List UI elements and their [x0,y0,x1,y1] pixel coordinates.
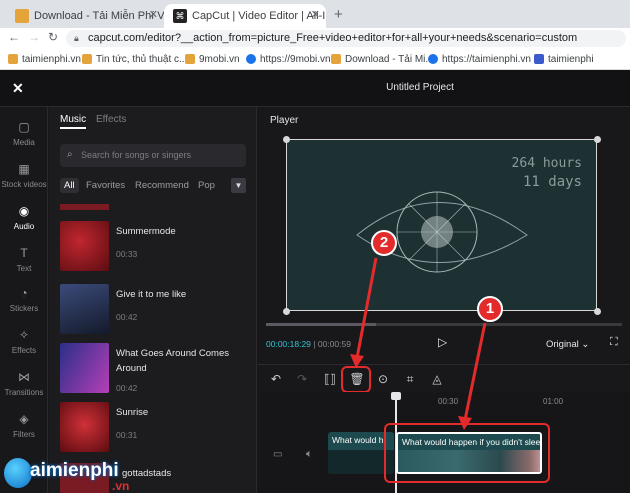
annotation-arrows [350,257,487,430]
folder-icon [8,54,18,64]
annotation-marker-2: 2 [371,230,397,256]
bookmark-item[interactable]: Tin tức, thủ thuật c... [82,52,187,66]
bookmark-item[interactable]: 9mobi.vn [185,52,240,66]
arrow-head [458,416,472,430]
folder-icon [185,54,195,64]
reload-icon[interactable]: ↻ [48,30,58,44]
tab-label: Download - Tải Miễn Phí VN - Ph [34,10,164,22]
folder-icon [82,54,92,64]
tab-label: CapCut | Video Editor | All-In-On [192,10,326,22]
watermark-logo-icon [4,458,32,488]
globe-icon [246,54,256,64]
folder-icon [331,54,341,64]
back-icon[interactable]: ← [8,30,20,44]
arrow-head [350,354,364,368]
bookmark-item[interactable]: https://taimienphi.vn [428,52,531,66]
site-icon [534,54,544,64]
watermark-text: aimienphi [30,460,119,481]
forward-icon[interactable]: → [28,30,40,44]
lock-icon: 🔒︎ [74,33,79,43]
bookmark-item[interactable]: taimienphi.vn [8,52,81,66]
browser-tab-download[interactable]: Download - Tải Miễn Phí VN - Ph ✕ [6,4,164,28]
taimienphi-watermark: aimienphi .vn [0,452,150,493]
globe-icon [428,54,438,64]
bookmark-item[interactable]: taimienphi [534,52,594,66]
taimienphi-favicon-icon [15,9,29,23]
bookmark-item[interactable]: https://9mobi.vn [246,52,331,66]
url-text: capcut.com/editor?__action_from=picture_… [88,32,578,44]
annotation-marker-1: 1 [477,296,503,322]
capcut-favicon-icon: ⌘ [173,9,187,23]
browser-tab-capcut[interactable]: ⌘ CapCut | Video Editor | All-In-On ✕ [164,4,326,28]
capcut-editor: ✕ Untitled Project ▢ Media ▦ Stock videos … [0,70,630,493]
browser-toolbar: ← → ↻ 🔒︎ capcut.com/editor?__action_from… [0,28,630,48]
new-tab-button[interactable]: + [334,6,343,23]
close-tab-icon[interactable]: ✕ [149,8,158,21]
browser-tab-strip: Download - Tải Miễn Phí VN - Ph ✕ ⌘ CapC… [0,0,630,28]
watermark-suffix: .vn [112,479,130,493]
address-bar[interactable]: 🔒︎ capcut.com/editor?__action_from=pictu… [66,30,626,47]
bookmarks-bar: taimienphi.vn Tin tức, thủ thuật c... 9m… [0,48,630,70]
bookmark-item[interactable]: Download - Tải Mi... [331,52,434,66]
close-tab-icon[interactable]: ✕ [311,8,320,21]
